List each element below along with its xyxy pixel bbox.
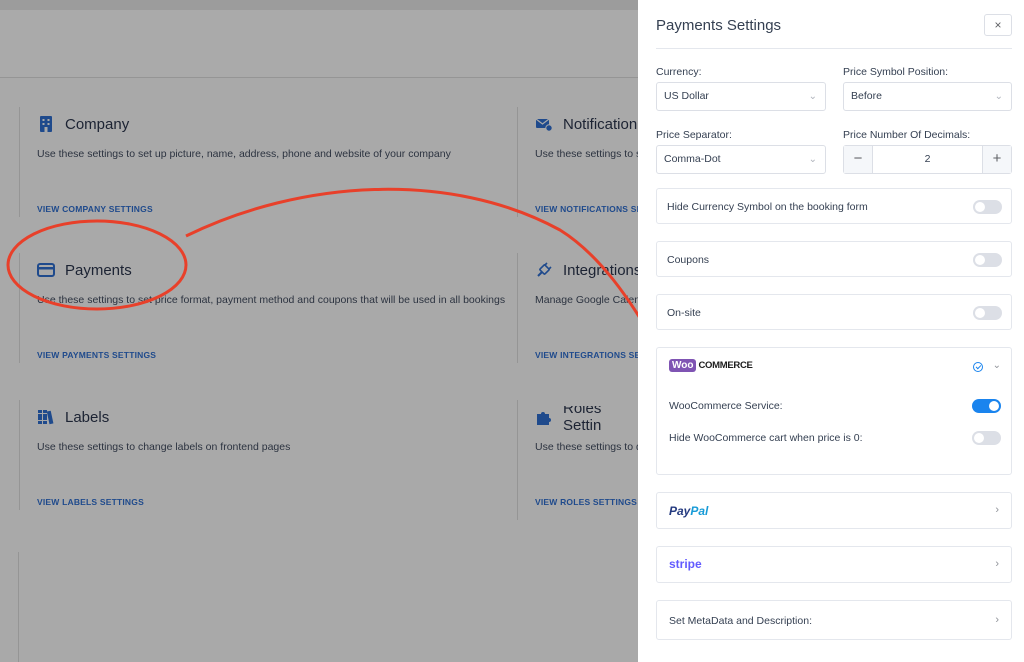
decimals-stepper: − 2 + — [843, 145, 1012, 174]
mail-gear-icon — [535, 115, 553, 133]
view-roles-settings-link[interactable]: VIEW ROLES SETTINGS — [535, 497, 638, 507]
notifications-card: Notification Use these settings to s VIE… — [535, 113, 638, 215]
payments-card: Payments Use these settings to set price… — [19, 253, 517, 363]
decimals-label: Price Number Of Decimals: — [843, 129, 971, 141]
currency-label: Currency: — [656, 66, 702, 78]
payments-title: Payments — [65, 261, 132, 279]
price-separator-label: Price Separator: — [656, 129, 732, 141]
page-header — [0, 10, 638, 78]
onsite-row: On-site — [656, 294, 1012, 330]
credit-card-icon — [37, 261, 55, 279]
books-icon — [37, 408, 55, 426]
chevron-right-icon: › — [995, 558, 999, 570]
building-icon — [37, 115, 55, 133]
integrations-card: Integrations Manage Google Calend VIEW I… — [535, 259, 638, 361]
price-symbol-position-select[interactable]: Before ⌄ — [843, 82, 1012, 111]
labels-title: Labels — [65, 408, 110, 426]
woocommerce-service-label: WooCommerce Service: — [669, 400, 783, 412]
plug-icon — [535, 261, 553, 279]
coupons-label: Coupons — [667, 254, 710, 266]
notifications-title: Notification — [563, 115, 638, 133]
stripe-row[interactable]: stripe › — [656, 546, 1012, 583]
stripe-logo: stripe — [669, 557, 702, 571]
chevron-right-icon: › — [995, 614, 999, 626]
hide-cart-label: Hide WooCommerce cart when price is 0: — [669, 432, 863, 444]
woo-badge: Woo — [669, 359, 697, 372]
view-notifications-settings-link[interactable]: VIEW NOTIFICATIONS SET — [535, 204, 638, 214]
price-separator-select[interactable]: Comma-Dot ⌄ — [656, 145, 826, 174]
metadata-row[interactable]: Set MetaData and Description: › — [656, 600, 1012, 640]
view-integrations-settings-link[interactable]: VIEW INTEGRATIONS SET — [535, 350, 638, 360]
labels-card: Labels Use these settings to change labe… — [19, 400, 337, 510]
card-divider — [517, 400, 518, 520]
chevron-down-icon: ⌄ — [808, 91, 817, 102]
card-divider — [19, 400, 20, 510]
woocommerce-section: Woo COMMERCE ⌄ WooCommerce Service: Hide… — [656, 347, 1012, 475]
chevron-down-icon[interactable]: ⌄ — [993, 360, 1001, 371]
paypal-logo: PayPal — [669, 504, 708, 518]
panel-divider — [656, 48, 1012, 49]
card-divider — [19, 107, 20, 217]
close-button[interactable]: × — [984, 14, 1012, 36]
puzzle-icon — [535, 408, 553, 426]
woocommerce-service-toggle[interactable] — [972, 399, 1001, 413]
woo-logo-text: COMMERCE — [698, 360, 753, 371]
roles-title: Roles Settin — [563, 406, 602, 434]
price-separator-value: Comma-Dot — [664, 153, 721, 165]
chevron-down-icon: ⌄ — [994, 91, 1003, 102]
hide-currency-row: Hide Currency Symbol on the booking form — [656, 188, 1012, 224]
coupons-row: Coupons — [656, 241, 1012, 277]
price-symbol-position-label: Price Symbol Position: — [843, 66, 949, 78]
payments-settings-panel: Payments Settings × Currency: US Dollar … — [638, 0, 1024, 662]
notifications-desc: Use these settings to s — [535, 148, 638, 160]
card-divider — [19, 253, 20, 363]
view-payments-settings-link[interactable]: VIEW PAYMENTS SETTINGS — [37, 350, 517, 360]
integrations-desc: Manage Google Calend — [535, 294, 638, 306]
hide-cart-toggle[interactable] — [972, 431, 1001, 445]
company-card: Company Use these settings to set up pic… — [19, 107, 451, 217]
coupons-toggle[interactable] — [973, 253, 1002, 267]
roles-desc: Use these settings to d — [535, 441, 638, 453]
paypal-logo-part1: Pay — [669, 504, 691, 518]
labels-desc: Use these settings to change labels on f… — [37, 441, 291, 453]
onsite-toggle[interactable] — [973, 306, 1002, 320]
increment-button[interactable]: + — [982, 146, 1011, 173]
decrement-button[interactable]: − — [844, 146, 873, 173]
paypal-row[interactable]: PayPal › — [656, 492, 1012, 529]
price-symbol-position-value: Before — [851, 90, 882, 102]
currency-select[interactable]: US Dollar ⌄ — [656, 82, 826, 111]
company-desc: Use these settings to set up picture, na… — [37, 148, 451, 160]
panel-title: Payments Settings — [656, 17, 782, 34]
paypal-logo-part2: Pal — [690, 504, 709, 518]
view-company-settings-link[interactable]: VIEW COMPANY SETTINGS — [37, 204, 337, 214]
payments-desc: Use these settings to set price format, … — [37, 294, 506, 306]
onsite-label: On-site — [667, 307, 701, 319]
card-divider — [18, 552, 19, 662]
chevron-right-icon: › — [995, 504, 999, 516]
woocommerce-logo: Woo COMMERCE — [669, 359, 753, 372]
hide-currency-toggle[interactable] — [973, 200, 1002, 214]
decimals-value[interactable]: 2 — [873, 146, 982, 173]
card-divider — [517, 253, 518, 363]
roles-card: Roles Settin Use these settings to d VIE… — [535, 406, 638, 507]
company-title: Company — [65, 115, 130, 133]
top-strip — [0, 0, 638, 10]
integrations-title: Integrations — [563, 261, 638, 279]
currency-value: US Dollar — [664, 90, 709, 102]
metadata-label: Set MetaData and Description: — [669, 615, 812, 627]
check-circle-icon — [973, 362, 983, 372]
hide-currency-label: Hide Currency Symbol on the booking form — [667, 201, 868, 213]
view-labels-settings-link[interactable]: VIEW LABELS SETTINGS — [37, 497, 337, 507]
card-divider — [517, 107, 518, 217]
chevron-down-icon: ⌄ — [808, 154, 817, 165]
